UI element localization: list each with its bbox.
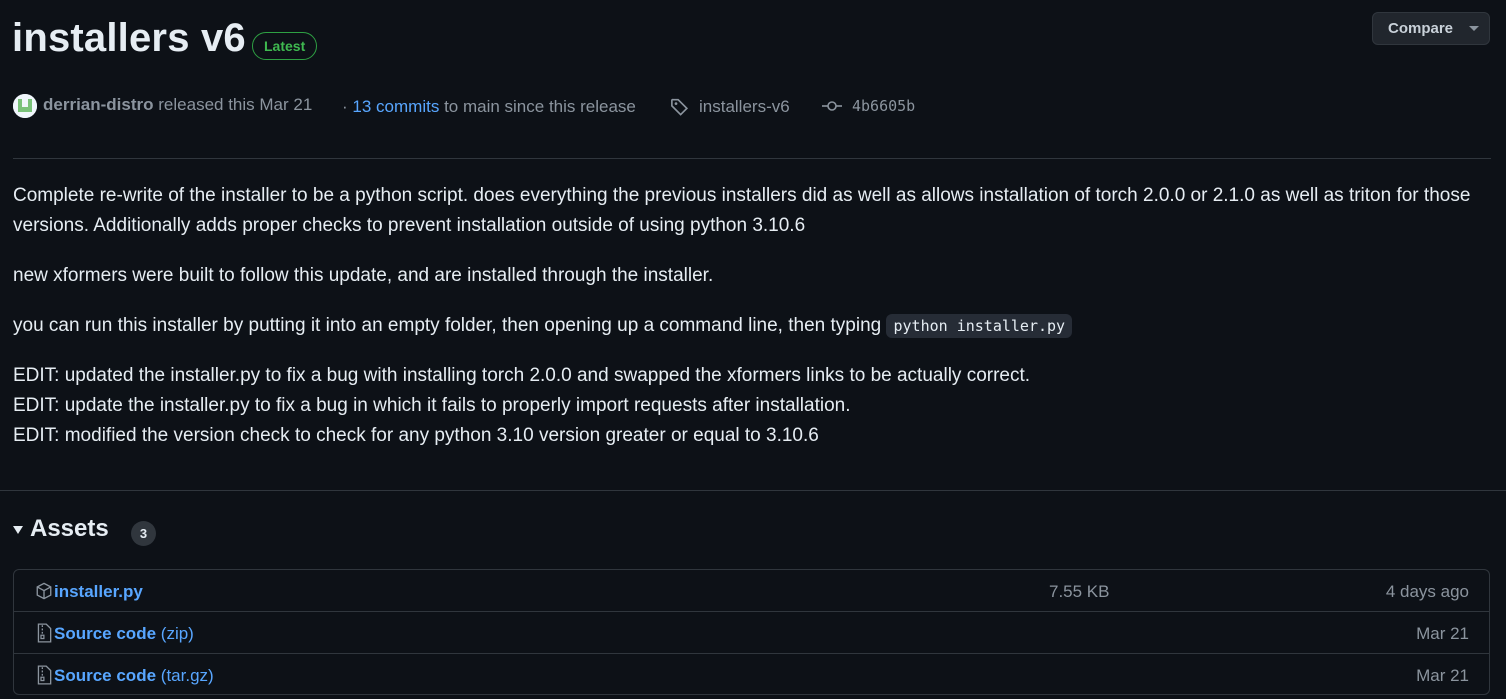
compare-label: Compare	[1388, 20, 1454, 37]
release-notes-p3: you can run this installer by putting it…	[13, 311, 1493, 341]
edit-line-1: EDIT: updated the installer.py to fix a …	[13, 365, 1031, 386]
edit-notes: EDIT: updated the installer.py to fix a …	[13, 361, 1493, 451]
commit-link[interactable]: 4b6605b	[821, 97, 915, 115]
assets-count-badge: 3	[131, 521, 156, 546]
compare-button[interactable]: Compare	[1372, 12, 1490, 45]
avatar-identicon	[13, 94, 37, 118]
commits-since: · 13 commits to main since this release	[342, 97, 636, 117]
divider	[0, 490, 1506, 491]
asset-link[interactable]: installer.py	[54, 582, 143, 602]
asset-name: Source code	[54, 666, 157, 685]
release-title: installers v6	[12, 16, 246, 60]
asset-link[interactable]: Source code (zip)	[54, 624, 194, 644]
release-notes-p2: new xformers were built to follow this u…	[13, 265, 714, 286]
author-line: derrian-distro released this Mar 21	[43, 95, 312, 115]
release-notes-p1: Complete re-write of the installer to be…	[13, 185, 1471, 236]
assets-list: installer.py 7.55 KB 4 days ago Source c…	[13, 569, 1490, 695]
chevron-down-icon	[1469, 26, 1480, 31]
asset-row[interactable]: installer.py 7.55 KB 4 days ago	[14, 570, 1489, 612]
commits-suffix: to main since this release	[444, 97, 636, 116]
assets-heading: Assets	[30, 515, 109, 542]
commit-sha: 4b6605b	[852, 97, 916, 115]
asset-date: 4 days ago	[1385, 582, 1469, 601]
tag-name: installers-v6	[699, 97, 790, 116]
asset-row[interactable]: Source code (tar.gz) Mar 21	[14, 653, 1489, 696]
edit-line-2: EDIT: update the installer.py to fix a b…	[13, 395, 851, 416]
git-commit-icon	[822, 101, 842, 111]
asset-link[interactable]: Source code (tar.gz)	[54, 666, 214, 686]
edit-line-3: EDIT: modified the version check to chec…	[13, 425, 819, 446]
latest-badge: Latest	[252, 32, 318, 60]
inline-code: python installer.py	[886, 314, 1073, 338]
file-zip-icon	[37, 623, 52, 643]
package-icon	[36, 582, 52, 600]
asset-suffix: (zip)	[160, 624, 194, 643]
asset-name: Source code	[54, 624, 157, 643]
asset-size: 7.55 KB	[1049, 582, 1110, 601]
commits-dot: ·	[342, 97, 348, 116]
file-zip-icon	[37, 665, 52, 685]
author-link[interactable]: derrian-distro	[43, 95, 154, 114]
triangle-down-icon	[13, 526, 23, 534]
assets-toggle[interactable]: Assets	[13, 515, 109, 543]
p3-text: you can run this installer by putting it…	[13, 315, 882, 336]
released-text: released this Mar 21	[158, 95, 313, 114]
commits-link[interactable]: 13 commits	[352, 97, 439, 116]
asset-row[interactable]: Source code (zip) Mar 21	[14, 611, 1489, 654]
divider	[13, 158, 1491, 159]
tag-icon	[671, 98, 689, 116]
asset-suffix: (tar.gz)	[160, 666, 214, 685]
avatar[interactable]	[13, 94, 37, 118]
asset-name: installer.py	[54, 582, 143, 601]
asset-date: Mar 21	[1416, 666, 1469, 685]
tag-link[interactable]: installers-v6	[670, 97, 790, 117]
asset-date: Mar 21	[1416, 624, 1469, 643]
